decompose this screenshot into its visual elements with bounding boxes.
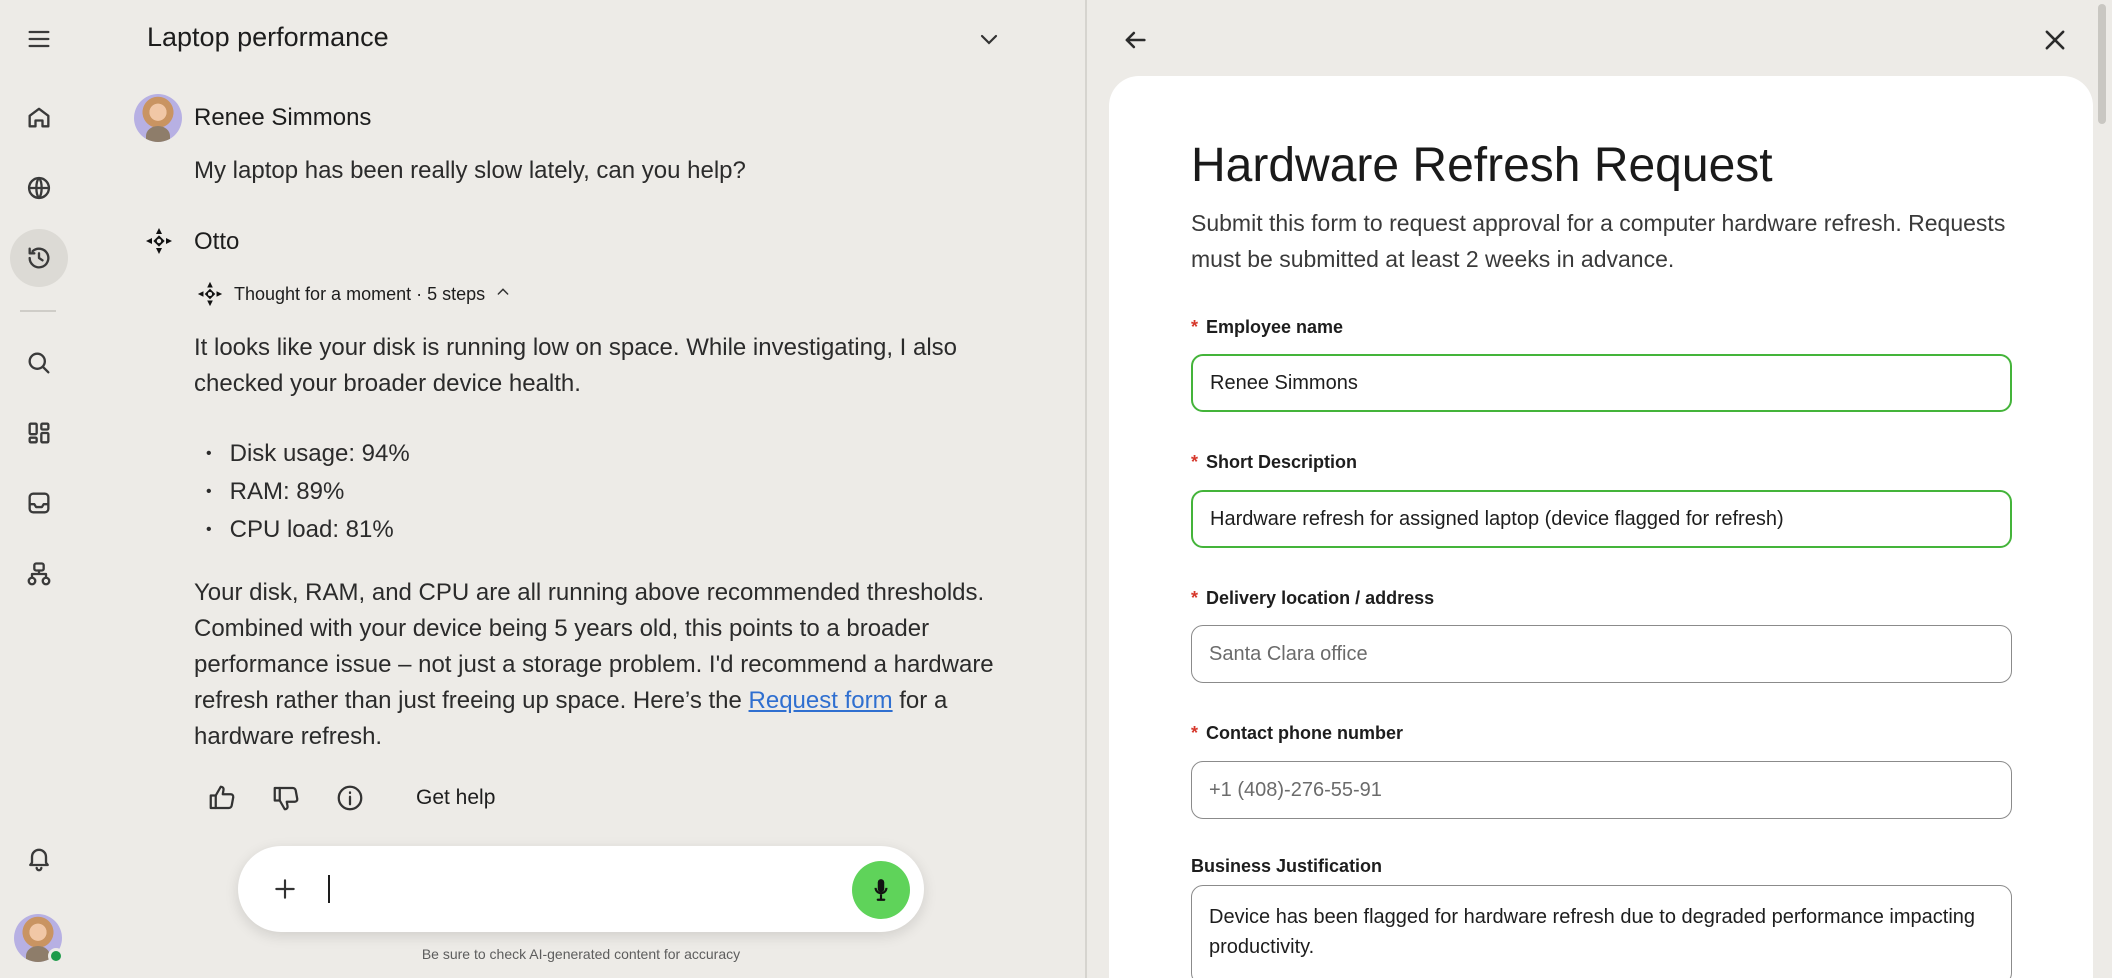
chevron-down-icon[interactable] <box>972 24 1006 54</box>
otto-logo-icon <box>196 280 224 308</box>
plus-icon[interactable] <box>266 870 304 908</box>
form-title: Hardware Refresh Request <box>1191 139 1773 192</box>
grid-icon[interactable] <box>10 404 68 462</box>
response-intro: It looks like your disk is running low o… <box>194 334 958 397</box>
home-icon[interactable] <box>10 88 68 146</box>
device-stats-list: Disk usage: 94% RAM: 89% CPU load: 81% <box>206 436 410 550</box>
thought-summary: Thought for a moment · 5 steps <box>234 283 486 304</box>
user-avatar <box>134 94 182 142</box>
history-icon[interactable] <box>10 229 68 287</box>
employee-name-label: * Employee name <box>1191 317 1344 337</box>
microphone-icon <box>874 879 888 901</box>
list-item: RAM: 89% <box>206 474 410 512</box>
online-status-dot <box>48 948 64 964</box>
message-actions: Get help <box>206 782 495 814</box>
globe-icon[interactable] <box>10 159 68 217</box>
response-body: Your disk, RAM, and CPU are all running … <box>194 575 1014 755</box>
short-description-field[interactable]: Hardware refresh for assigned laptop (de… <box>1191 490 2012 548</box>
business-justification-label: Business Justification <box>1191 856 1383 876</box>
business-justification-field[interactable]: Device has been flagged for hardware ref… <box>1191 885 2012 978</box>
ai-disclaimer: Be sure to check AI-generated content fo… <box>421 946 741 962</box>
message-composer[interactable] <box>238 846 924 932</box>
back-arrow-icon[interactable] <box>1117 22 1153 58</box>
request-form-link[interactable]: Request form <box>749 687 893 714</box>
text-cursor <box>328 875 330 903</box>
scrollbar[interactable] <box>2098 4 2106 124</box>
form-description: Submit this form to request approval for… <box>1191 210 2006 272</box>
employee-name-field[interactable]: Renee Simmons <box>1191 354 2012 412</box>
inbox-icon[interactable] <box>10 474 68 532</box>
list-item: CPU load: 81% <box>206 512 410 550</box>
delivery-location-label: * Delivery location / address <box>1191 588 1435 608</box>
thumbs-up-icon[interactable] <box>206 782 238 814</box>
thought-toggle[interactable]: Thought for a moment · 5 steps <box>196 280 511 308</box>
thumbs-down-icon[interactable] <box>270 782 302 814</box>
otto-logo-icon <box>144 226 174 256</box>
workflow-icon[interactable] <box>10 545 68 603</box>
chevron-up-icon[interactable] <box>495 284 511 305</box>
list-item: Disk usage: 94% <box>206 436 410 474</box>
menu-icon[interactable] <box>10 10 68 68</box>
search-icon[interactable] <box>10 334 68 392</box>
info-icon[interactable] <box>334 782 366 814</box>
contact-phone-field[interactable]: +1 (408)-276-55-91 <box>1191 761 2012 819</box>
profile-avatar[interactable] <box>14 914 64 964</box>
left-rail <box>0 0 76 978</box>
microphone-button[interactable] <box>852 861 910 919</box>
contact-phone-label: * Contact phone number <box>1191 723 1404 743</box>
conversation-title: Laptop performance <box>147 22 389 52</box>
bell-icon[interactable] <box>10 829 68 887</box>
get-help-button[interactable]: Get help <box>416 786 495 810</box>
panel-divider[interactable] <box>1085 0 1087 978</box>
rail-divider <box>20 310 56 312</box>
delivery-location-field[interactable]: Santa Clara office <box>1191 625 2012 683</box>
user-message: My laptop has been really slow lately, c… <box>194 157 746 184</box>
user-name: Renee Simmons <box>194 104 372 131</box>
short-description-label: * Short Description <box>1191 452 1358 472</box>
assistant-name: Otto <box>194 228 240 255</box>
close-icon[interactable] <box>2037 22 2073 58</box>
